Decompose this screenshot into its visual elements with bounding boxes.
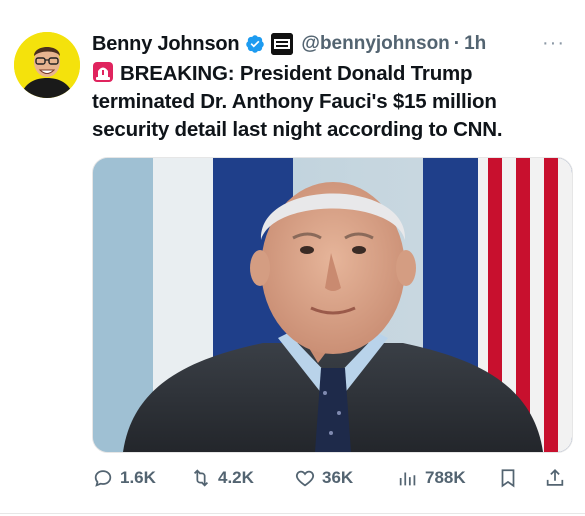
author-name[interactable]: Benny Johnson	[92, 33, 240, 56]
divider	[0, 513, 585, 514]
author-handle[interactable]: @bennyjohnson	[301, 33, 449, 55]
share-button[interactable]	[544, 467, 572, 489]
post-time[interactable]: 1h	[464, 33, 486, 55]
tweet-text-line-2: terminated Dr. Anthony Fauci's $15 milli…	[92, 90, 497, 113]
like-button[interactable]: 36K	[294, 467, 353, 489]
reply-button[interactable]: 1.6K	[92, 467, 156, 489]
bookmark-icon	[501, 469, 515, 488]
time-separator: ·	[453, 33, 461, 54]
siren-icon	[92, 61, 114, 83]
tweet-text: BREAKING: President Donald Trump termina…	[92, 60, 572, 144]
share-icon	[546, 468, 564, 486]
tweet-photo[interactable]	[92, 157, 573, 453]
action-bar: 1.6K 4.2K 36K 788K	[92, 462, 572, 494]
repost-icon	[193, 469, 209, 487]
tweet-header: Benny Johnson @bennyjohnson · 1h ···	[92, 30, 565, 58]
tweet-text-line-1: BREAKING: President Donald Trump	[120, 62, 473, 85]
bookmark-button[interactable]	[497, 467, 525, 489]
reply-count: 1.6K	[120, 468, 156, 487]
like-count: 36K	[322, 468, 354, 487]
repost-count: 4.2K	[218, 468, 254, 487]
views-button[interactable]: 788K	[397, 467, 466, 489]
affiliate-badge-icon[interactable]	[271, 33, 294, 55]
tweet-text-line-3: security detail last night according to …	[92, 118, 503, 141]
reply-icon	[94, 470, 112, 487]
repost-button[interactable]: 4.2K	[190, 467, 254, 489]
author-avatar[interactable]	[14, 32, 80, 98]
more-options-button[interactable]: ···	[542, 32, 565, 55]
views-chart-icon	[399, 472, 416, 486]
heart-icon	[295, 470, 315, 487]
verified-badge-icon[interactable]	[245, 34, 265, 54]
view-count: 788K	[425, 468, 466, 487]
